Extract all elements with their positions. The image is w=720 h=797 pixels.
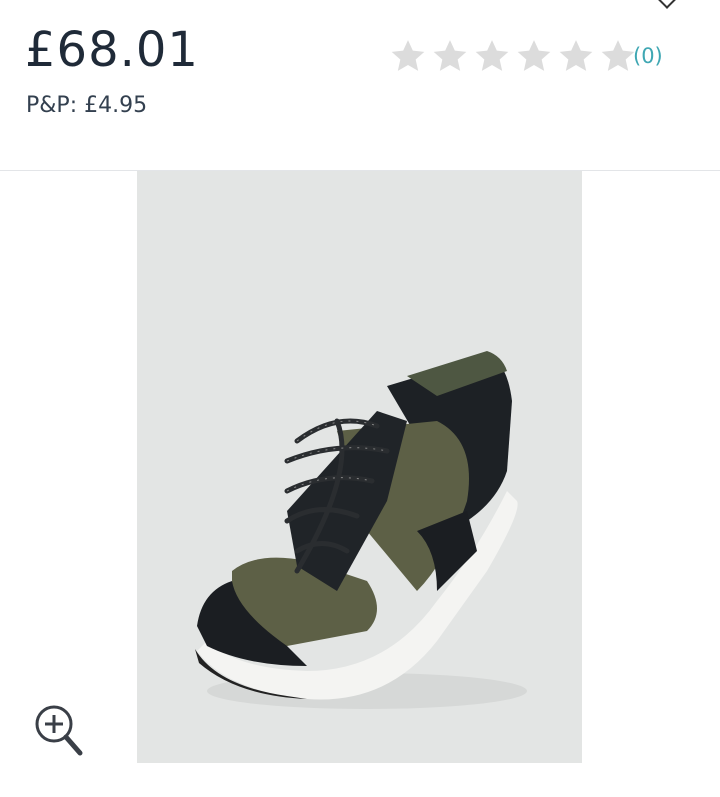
- star-icon: [430, 36, 470, 76]
- star-icon: [556, 36, 596, 76]
- review-count-link[interactable]: (0): [633, 44, 663, 68]
- trainer-illustration: [137, 171, 582, 763]
- rating-stars[interactable]: [388, 36, 638, 76]
- postage-price: P&P: £4.95: [26, 93, 148, 118]
- zoom-in-icon: [35, 705, 83, 756]
- star-icon: [598, 36, 638, 76]
- product-price: £68.01: [25, 22, 199, 78]
- product-image[interactable]: [137, 171, 582, 763]
- star-icon: [472, 36, 512, 76]
- chevron-down-icon[interactable]: [657, 0, 677, 9]
- star-icon: [514, 36, 554, 76]
- zoom-in-button[interactable]: [30, 700, 86, 760]
- star-icon: [388, 36, 428, 76]
